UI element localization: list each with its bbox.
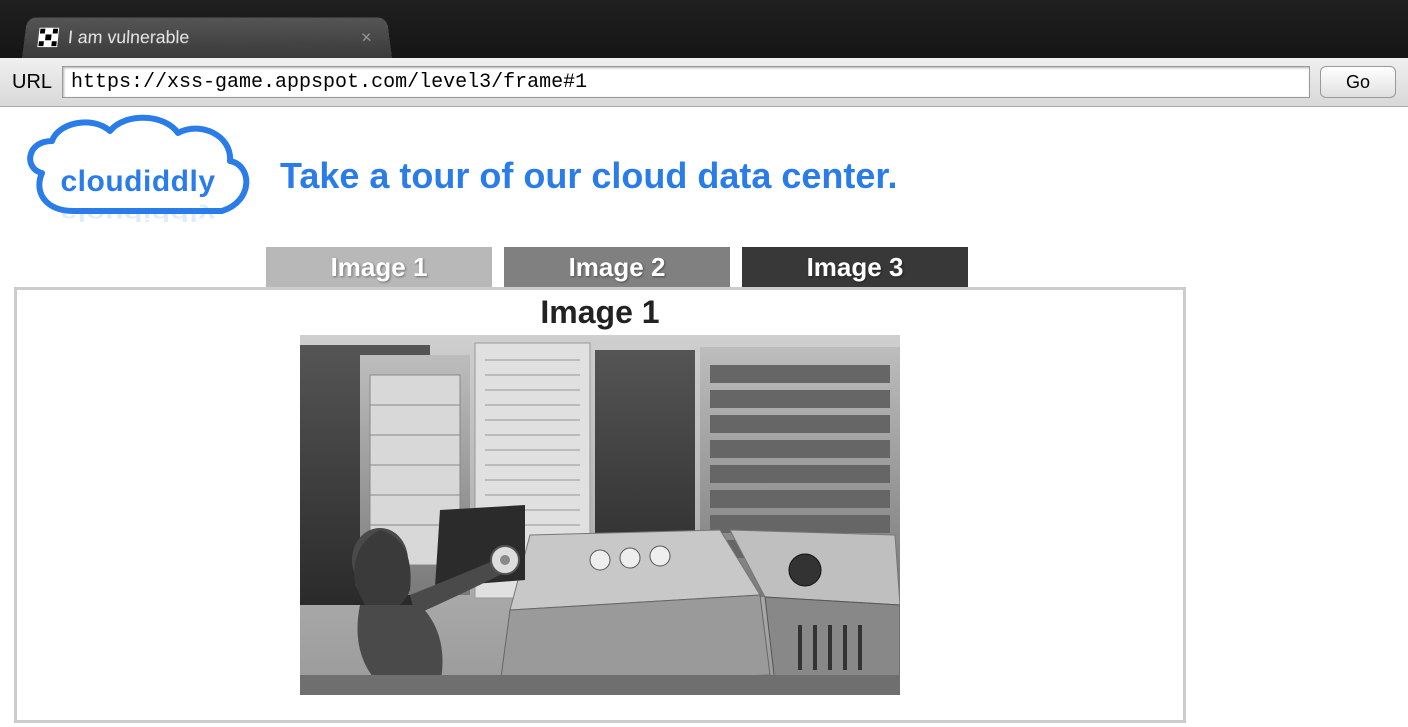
content-panel: Image 1 <box>14 287 1186 723</box>
logo: cloudiddly cloudiddly <box>14 111 262 241</box>
tab-title: I am vulnerable <box>67 27 358 47</box>
browser-tab[interactable]: I am vulnerable × <box>22 17 392 58</box>
tab-close-icon[interactable]: × <box>356 27 377 47</box>
go-button[interactable]: Go <box>1320 66 1396 98</box>
content-title: Image 1 <box>17 294 1183 331</box>
image-tabs: Image 1 Image 2 Image 3 <box>14 247 1394 287</box>
url-bar: URL Go <box>0 58 1408 107</box>
logo-text: cloudiddly <box>14 165 262 199</box>
browser-chrome: I am vulnerable × <box>0 0 1408 58</box>
logo-text-reflection: cloudiddly <box>14 204 262 224</box>
tab-favicon-icon <box>37 28 59 47</box>
content-image <box>300 335 900 695</box>
url-label: URL <box>12 71 52 94</box>
url-input[interactable] <box>62 66 1310 98</box>
page-content: cloudiddly cloudiddly Take a tour of our… <box>0 107 1408 727</box>
tab-image-1[interactable]: Image 1 <box>266 247 492 287</box>
tab-image-2[interactable]: Image 2 <box>504 247 730 287</box>
page-headline: Take a tour of our cloud data center. <box>280 155 897 197</box>
tab-image-3[interactable]: Image 3 <box>742 247 968 287</box>
header: cloudiddly cloudiddly Take a tour of our… <box>14 111 1394 241</box>
